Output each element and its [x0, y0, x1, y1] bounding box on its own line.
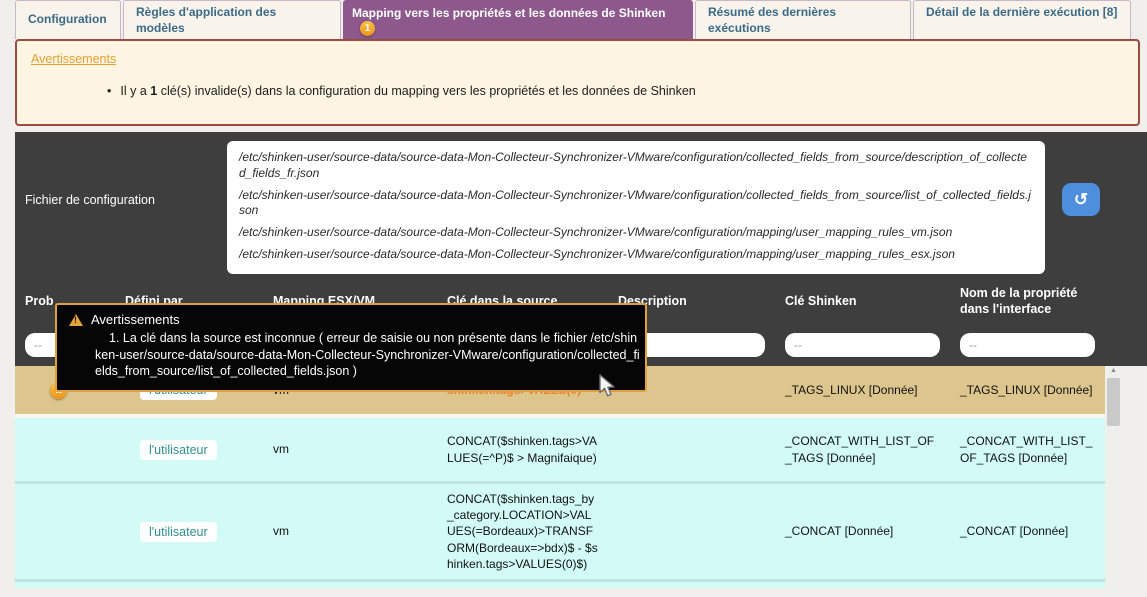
description-cell — [608, 484, 775, 579]
tab-label: Mapping vers les propriétés et les donné… — [352, 6, 684, 22]
table-scrollbar[interactable]: ▲ — [1105, 366, 1122, 597]
defined-by-cell: l'utilisateur — [115, 418, 263, 481]
shinken-key: _TAGS_LINUX [Donnée] — [785, 382, 940, 398]
property-name: _CONCAT_WITH_LIST_OF_TAGS [Donnée] — [960, 433, 1095, 465]
refresh-icon: ↺ — [1074, 190, 1088, 210]
shinken-key: _CONCAT [Donnée] — [785, 523, 940, 539]
shinken-key-cell: _TAGS_LINUX [Donnée] — [775, 366, 950, 414]
mapping-cell: vm — [263, 484, 437, 579]
property-name-cell: _TAGS_LINUX [Donnée] — [950, 366, 1105, 414]
tab-label: Détail de la dernière exécution [8] — [926, 5, 1117, 19]
defined-by-cell: l'utilisateur — [115, 484, 263, 579]
config-file-label: Fichier de configuration — [25, 193, 155, 207]
scroll-up-icon[interactable]: ▲ — [1105, 367, 1122, 374]
config-files-box: /etc/shinken-user/source-data/source-dat… — [227, 141, 1045, 274]
warning-list-item: • Il y a 1 clé(s) invalide(s) dans la con… — [107, 84, 696, 98]
shinken-key: _CONCAT_WITH_LIST_OF_TAGS [Donnée] — [785, 433, 940, 465]
tab-regles-application[interactable]: Règles d'application des modèles — [123, 0, 341, 39]
table-row-partial — [15, 582, 1105, 588]
col-header-cle-shinken: Clé Shinken — [775, 272, 950, 330]
config-file-path: /etc/shinken-user/source-data/source-dat… — [239, 150, 1033, 182]
config-file-path: /etc/shinken-user/source-data/source-dat… — [239, 188, 1033, 220]
app-screen: Configuration Règles d'application des m… — [0, 0, 1147, 597]
problem-cell — [15, 418, 115, 481]
user-origin-button[interactable]: l'utilisateur — [140, 440, 217, 460]
tab-mapping-proprietes[interactable]: Mapping vers les propriétés et les donné… — [343, 0, 693, 39]
filter-input-nom-propriete[interactable] — [960, 333, 1095, 357]
warning-text-pre: Il y a — [120, 84, 146, 98]
col-header-nom-propriete: Nom de la propriété dans l'interface — [950, 272, 1105, 330]
warning-count: 1 — [150, 84, 157, 98]
table-row[interactable]: l'utilisateur vm CONCAT($shinken.tags>VA… — [15, 418, 1105, 484]
tooltip-title-row: Avertissements — [69, 312, 633, 327]
description-cell — [608, 418, 775, 481]
table-row[interactable]: l'utilisateur vm CONCAT($shinken.tags_by… — [15, 484, 1105, 582]
source-key-cell: CONCAT($shinken.tags>VALUES(=^P)$ > Magn… — [437, 418, 608, 481]
bullet-icon: • — [107, 84, 111, 98]
refresh-button[interactable]: ↺ — [1062, 183, 1100, 216]
warnings-panel: Avertissements • Il y a 1 clé(s) invalide… — [15, 39, 1140, 126]
property-name: _TAGS_LINUX [Donnée] — [960, 382, 1095, 398]
shinken-key-cell: _CONCAT [Donnée] — [775, 484, 950, 579]
property-name-cell: _CONCAT [Donnée] — [950, 484, 1105, 579]
warnings-link[interactable]: Avertissements — [31, 52, 116, 66]
table-body: 1 l'utilisateur vm shinken.tags>VALES(0)… — [15, 366, 1105, 588]
tooltip-message: 1. La clé dans la source est inconnue ( … — [95, 330, 643, 380]
warning-text-post: clé(s) invalide(s) dans la configuration… — [161, 84, 696, 98]
mouse-cursor-icon — [598, 374, 619, 398]
tab-label: Configuration — [28, 12, 107, 26]
source-key-cell: CONCAT($shinken.tags_by_category.LOCATIO… — [437, 484, 608, 579]
mapping-cell: vm — [263, 418, 437, 481]
user-origin-button[interactable]: l'utilisateur — [140, 522, 217, 542]
tab-bar: Configuration Règles d'application des m… — [15, 0, 1131, 39]
tab-detail-execution[interactable]: Détail de la dernière exécution [8] — [913, 0, 1131, 39]
scrollbar-thumb[interactable] — [1107, 378, 1120, 426]
warning-tooltip: Avertissements 1. La clé dans la source … — [55, 303, 647, 392]
config-file-path: /etc/shinken-user/source-data/source-dat… — [239, 225, 1033, 241]
tab-configuration[interactable]: Configuration — [15, 0, 121, 39]
source-key: CONCAT($shinken.tags_by_category.LOCATIO… — [447, 491, 598, 572]
filter-input-cle-shinken[interactable] — [785, 333, 940, 357]
tab-label: Règles d'application des modèles — [136, 5, 276, 35]
tab-resume-executions[interactable]: Résumé des dernières exécutions — [695, 0, 911, 39]
source-key: CONCAT($shinken.tags>VALUES(=^P)$ > Magn… — [447, 433, 598, 465]
warning-count-badge: 1 — [360, 21, 375, 36]
warning-icon — [69, 314, 83, 326]
shinken-key-cell: _CONCAT_WITH_LIST_OF_TAGS [Donnée] — [775, 418, 950, 481]
tab-label: Résumé des dernières exécutions — [708, 5, 836, 35]
tooltip-title: Avertissements — [91, 312, 180, 327]
problem-cell — [15, 484, 115, 579]
config-file-path: /etc/shinken-user/source-data/source-dat… — [239, 247, 1033, 263]
property-name-cell: _CONCAT_WITH_LIST_OF_TAGS [Donnée] — [950, 418, 1105, 481]
property-name: _CONCAT [Donnée] — [960, 523, 1095, 539]
